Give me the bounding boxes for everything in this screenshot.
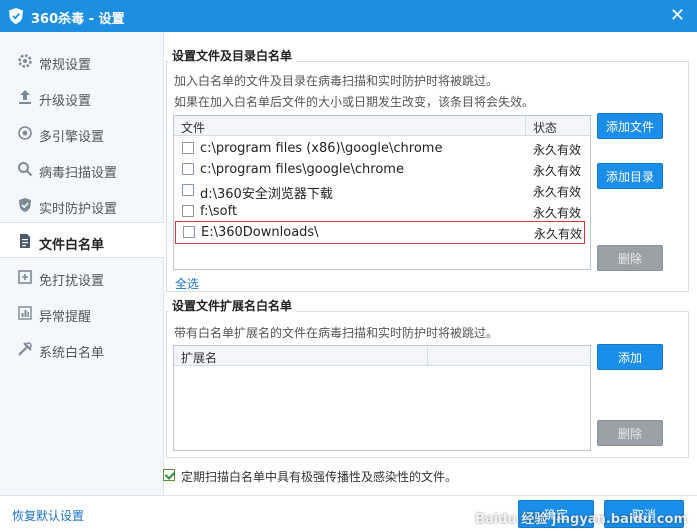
sidebar-item-no-disturb[interactable]: 免打扰设置 bbox=[0, 259, 164, 295]
column-status-header: 状态 bbox=[533, 121, 558, 135]
table-row[interactable]: f:\soft 永久有效 bbox=[174, 201, 590, 222]
sidebar-item-abnormal-alert[interactable]: 异常提醒 bbox=[0, 295, 164, 331]
table-header: 文件 状态 bbox=[174, 116, 590, 136]
sidebar: 常规设置 升级设置 多引擎设置 病毒扫描设置 实时防护设置 文件白名单 免打扰设… bbox=[0, 32, 165, 495]
extension-whitelist-desc: 带有白名单扩展名的文件在病毒扫描和实时防护时将被跳过。 bbox=[174, 326, 499, 340]
sidebar-item-realtime-protection[interactable]: 实时防护设置 bbox=[0, 187, 164, 223]
add-file-button[interactable]: 添加文件 bbox=[597, 113, 663, 139]
table-row[interactable]: c:\program files (x86)\google\chrome 永久有… bbox=[174, 138, 590, 159]
restore-defaults-link[interactable]: 恢复默认设置 bbox=[12, 507, 84, 524]
title-bar: 360杀毒 - 设置 ✕ bbox=[0, 0, 697, 32]
sidebar-item-general[interactable]: 常规设置 bbox=[0, 43, 164, 79]
sidebar-item-upgrade[interactable]: 升级设置 bbox=[0, 79, 164, 115]
row-checkbox[interactable] bbox=[182, 184, 194, 196]
periodic-scan-label: 定期扫描白名单中具有极强传播性及感染性的文件。 bbox=[181, 470, 458, 484]
window-title: 360杀毒 - 设置 bbox=[31, 12, 125, 27]
file-whitelist-title: 设置文件及目录白名单 bbox=[168, 47, 297, 64]
file-whitelist-desc-1: 加入白名单的文件及目录在病毒扫描和实时防护时将被跳过。 bbox=[174, 74, 499, 88]
sidebar-item-virus-scan[interactable]: 病毒扫描设置 bbox=[0, 151, 164, 187]
column-extension-header: 扩展名 bbox=[181, 351, 218, 365]
row-checkbox[interactable] bbox=[182, 163, 194, 175]
sidebar-item-multi-engine[interactable]: 多引擎设置 bbox=[0, 115, 164, 151]
delete-extension-button[interactable]: 删除 bbox=[597, 420, 663, 446]
row-checkbox[interactable] bbox=[183, 226, 195, 238]
extension-whitelist-title: 设置文件扩展名白名单 bbox=[168, 297, 297, 314]
column-file-header: 文件 bbox=[181, 121, 206, 135]
add-extension-button[interactable]: 添加 bbox=[597, 344, 663, 370]
document-icon bbox=[20, 234, 30, 248]
file-whitelist-desc-2: 如果在加入白名单后文件的大小或日期发生改变，该条目将会失效。 bbox=[174, 95, 535, 109]
row-checkbox[interactable] bbox=[182, 142, 194, 154]
tools-icon bbox=[18, 342, 32, 356]
row-checkbox[interactable] bbox=[182, 205, 194, 217]
upgrade-icon bbox=[19, 90, 31, 104]
baidu-watermark: Baidu 经验 jingyan.baidu.com bbox=[475, 512, 687, 527]
sidebar-item-system-whitelist[interactable]: 系统白名单 bbox=[0, 331, 164, 367]
table-row-highlighted[interactable]: E:\360Downloads\ 永久有效 bbox=[175, 221, 585, 244]
360-shield-logo-icon bbox=[9, 8, 23, 24]
periodic-scan-checkbox[interactable] bbox=[163, 469, 175, 481]
search-icon bbox=[18, 162, 33, 177]
extension-whitelist-table: 扩展名 bbox=[173, 345, 591, 451]
file-whitelist-table: 文件 状态 c:\program files (x86)\google\chro… bbox=[173, 115, 591, 270]
sidebar-item-file-whitelist[interactable]: 文件白名单 bbox=[0, 222, 165, 258]
shield-icon bbox=[19, 198, 31, 212]
select-all-link[interactable]: 全选 bbox=[175, 275, 199, 292]
delete-file-button[interactable]: 删除 bbox=[597, 245, 663, 271]
gear-icon bbox=[18, 54, 32, 68]
table-row[interactable]: c:\program files\google\chrome 永久有效 bbox=[174, 159, 590, 180]
no-disturb-icon bbox=[18, 270, 32, 284]
table-row[interactable]: d:\360安全浏览器下载 永久有效 bbox=[174, 180, 590, 202]
footer-bar: 恢复默认设置 确定 取消 Baidu 经验 jingyan.baidu.com bbox=[0, 495, 697, 531]
add-directory-button[interactable]: 添加目录 bbox=[597, 163, 663, 189]
engine-icon bbox=[18, 126, 32, 140]
table-header: 扩展名 bbox=[174, 346, 590, 366]
close-icon[interactable]: ✕ bbox=[670, 6, 685, 26]
chart-icon bbox=[18, 306, 32, 320]
